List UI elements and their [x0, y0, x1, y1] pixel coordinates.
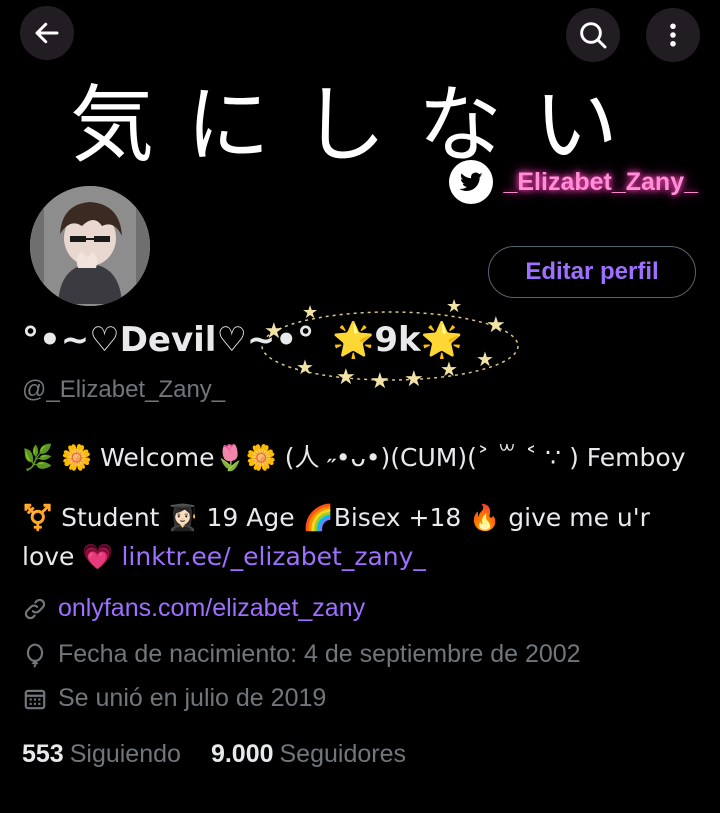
twitter-bird-icon [449, 160, 494, 204]
display-name-text: °•~♡Devil♡~•° [22, 320, 315, 360]
search-icon [580, 22, 607, 49]
bio-line-2: ⚧️ Student 👩🏻‍🎓 19 Age 🌈Bisex +18 🔥 give… [22, 498, 702, 576]
svg-text:★: ★ [476, 349, 494, 371]
link-icon [24, 598, 46, 619]
banner-twitter-handle: _Elizabet_Zany_ [503, 167, 698, 196]
svg-text:★: ★ [370, 368, 390, 393]
more-vertical-icon [670, 23, 676, 47]
bio-link[interactable]: linktr.ee/_elizabet_zany_ [121, 542, 425, 571]
profile-handle: @_Elizabet_Zany_ [22, 376, 226, 403]
svg-text:★: ★ [404, 366, 424, 391]
svg-text:★: ★ [486, 312, 506, 337]
more-options-button[interactable] [646, 8, 700, 62]
sun-emoji-icon: 🌟 [332, 320, 375, 360]
arrow-left-icon [35, 22, 59, 44]
svg-text:★: ★ [302, 302, 318, 322]
profile-display-name: °•~♡Devil♡~•° 🌟9k🌟 [22, 320, 463, 360]
svg-text:★: ★ [296, 357, 314, 379]
birthday-row: Fecha de nacimiento: 4 de septiembre de … [22, 640, 581, 669]
edit-profile-button[interactable]: Editar perfil [488, 246, 696, 298]
search-button[interactable] [566, 8, 620, 62]
website-link[interactable]: onlyfans.com/elizabet_zany [58, 594, 365, 623]
calendar-icon [24, 689, 46, 709]
joined-text: Se unió en julio de 2019 [58, 684, 327, 712]
following-label: Siguiendo [69, 740, 181, 768]
sun-emoji-icon-2: 🌟 [420, 320, 463, 360]
banner-twitter-tag: _Elizabet_Zany_ [449, 160, 698, 204]
balloon-icon [26, 643, 44, 668]
svg-text:★: ★ [336, 364, 356, 389]
following-count: 553 [22, 740, 64, 768]
display-name-suffix: 9k [374, 320, 421, 360]
birthday-text: Fecha de nacimiento: 4 de septiembre de … [58, 640, 581, 668]
following-stat[interactable]: 553 Siguiendo [22, 740, 181, 769]
svg-text:★: ★ [440, 359, 458, 381]
followers-label: Seguidores [279, 740, 406, 768]
follow-stats: 553 Siguiendo 9.000 Seguidores [22, 740, 406, 769]
website-row: onlyfans.com/elizabet_zany [22, 594, 365, 623]
followers-count: 9.000 [210, 740, 274, 768]
joined-row: Se unió en julio de 2019 [22, 684, 326, 713]
avatar[interactable] [26, 182, 154, 310]
bio-line-1: 🌿 🌼 Welcome🌷🌼 (人 ˶•ᴗ•)(CUM)(˃ ꒳ ˂ ∵ ) Fe… [22, 443, 686, 472]
back-button[interactable] [20, 6, 74, 60]
svg-text:★: ★ [446, 296, 462, 316]
followers-stat[interactable]: 9.000 Seguidores [211, 740, 406, 769]
